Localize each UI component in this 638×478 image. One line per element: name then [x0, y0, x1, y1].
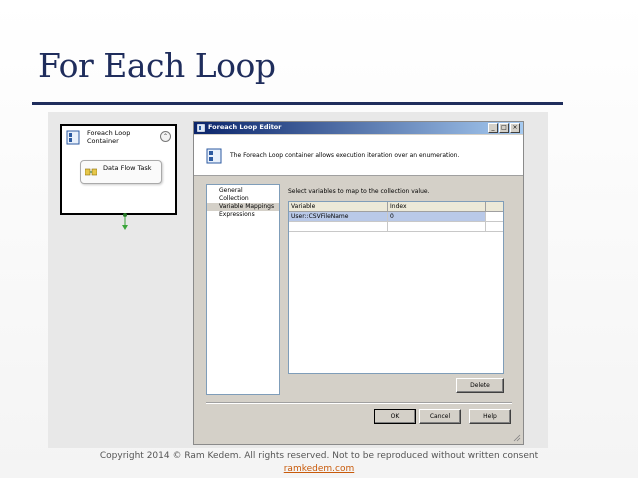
window-controls: _ □ × — [488, 123, 520, 133]
title-divider — [32, 102, 563, 105]
mapping-instruction: Select variables to map to the collectio… — [288, 188, 430, 195]
minimize-icon[interactable]: _ — [488, 123, 498, 133]
help-button[interactable]: Help — [469, 409, 511, 424]
dialog-titlebar[interactable]: Foreach Loop Editor _ □ × — [194, 122, 523, 134]
column-header-variable[interactable]: Variable — [289, 202, 388, 211]
container-header: Foreach Loop Container ⌃ — [62, 126, 175, 148]
foreach-loop-container[interactable]: Foreach Loop Container ⌃ Data Flow Task — [60, 124, 177, 215]
container-icon — [66, 130, 80, 145]
nav-item-general[interactable]: General — [207, 187, 279, 195]
cancel-button[interactable]: Cancel — [419, 409, 461, 424]
slide-title: For Each Loop — [38, 46, 276, 85]
data-flow-icon — [85, 168, 97, 176]
nav-item-variable-mappings[interactable]: Variable Mappings — [207, 203, 279, 211]
close-icon[interactable]: × — [510, 123, 520, 133]
editor-nav-list: General Collection Variable Mappings Exp… — [206, 184, 280, 395]
variable-mappings-grid: Variable Index User::CSVFileName 0 — [288, 201, 504, 374]
dialog-title: Foreach Loop Editor — [208, 123, 282, 131]
collapse-icon[interactable]: ⌃ — [160, 131, 171, 142]
data-flow-task[interactable]: Data Flow Task — [80, 160, 162, 184]
nav-item-expressions[interactable]: Expressions — [207, 211, 279, 219]
dialog-app-icon — [197, 124, 205, 132]
foreach-loop-editor-dialog: Foreach Loop Editor _ □ × The Foreach Lo… — [193, 121, 524, 445]
resize-grip-icon[interactable] — [513, 434, 521, 442]
cell-index[interactable] — [388, 222, 486, 231]
maximize-icon[interactable]: □ — [499, 123, 509, 133]
foreach-container-icon — [206, 148, 222, 164]
dialog-separator — [206, 402, 512, 404]
ok-button[interactable]: OK — [374, 409, 416, 424]
column-header-index[interactable]: Index — [388, 202, 486, 211]
copyright-notice: Copyright 2014 © Ram Kedem. All rights r… — [99, 451, 539, 461]
precedence-arrow-icon[interactable] — [120, 213, 130, 231]
website-link[interactable]: ramkedem.com — [0, 464, 638, 474]
delete-button[interactable]: Delete — [456, 378, 504, 393]
dialog-description: The Foreach Loop container allows execut… — [230, 152, 460, 159]
cell-index[interactable]: 0 — [388, 212, 486, 221]
ssis-screenshot: Foreach Loop Container ⌃ Data Flow Task … — [48, 112, 548, 448]
container-label: Foreach Loop Container — [87, 129, 131, 145]
cell-variable[interactable]: User::CSVFileName — [289, 212, 388, 221]
table-row[interactable]: User::CSVFileName 0 — [289, 212, 503, 222]
dialog-header: The Foreach Loop container allows execut… — [194, 135, 523, 176]
table-row[interactable] — [289, 222, 503, 232]
nav-item-collection[interactable]: Collection — [207, 195, 279, 203]
cell-variable[interactable] — [289, 222, 388, 231]
task-label: Data Flow Task — [103, 164, 152, 172]
grid-header: Variable Index — [289, 202, 503, 212]
